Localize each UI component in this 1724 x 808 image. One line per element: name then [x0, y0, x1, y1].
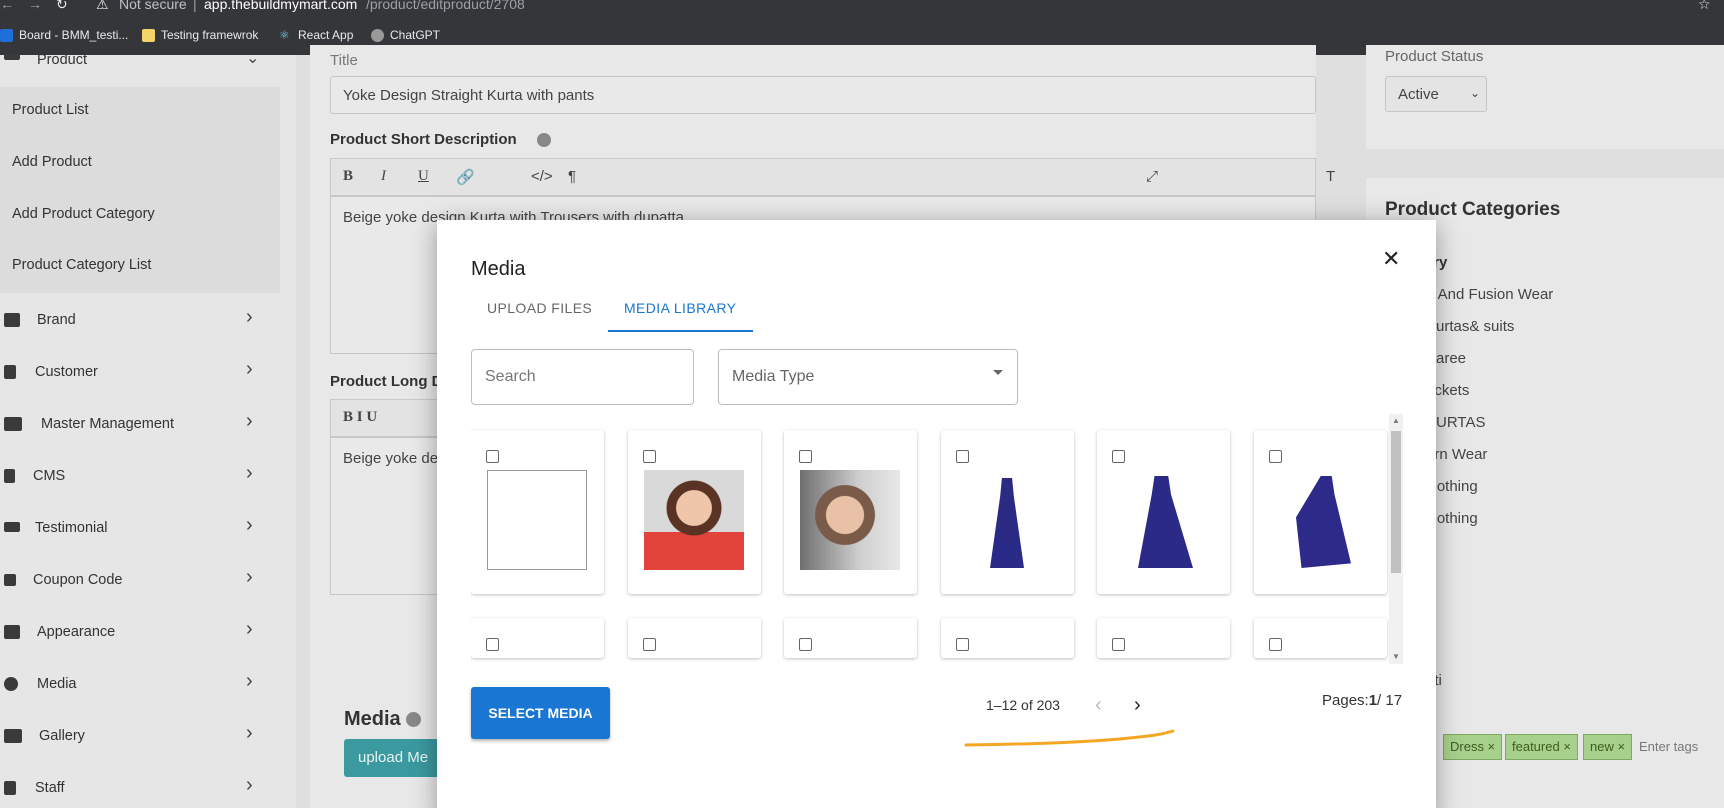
dropdown-arrow-icon — [993, 370, 1003, 375]
media-checkbox[interactable] — [956, 450, 969, 463]
woman-face-thumbnail — [800, 470, 900, 570]
media-checkbox[interactable] — [486, 450, 499, 463]
media-item[interactable] — [941, 430, 1074, 594]
broken-image-thumbnail — [487, 470, 587, 570]
pagination-range: 1–12 of 203 — [986, 697, 1060, 713]
select-media-button[interactable]: SELECT MEDIA — [471, 687, 610, 739]
saree-thumbnail — [1270, 470, 1370, 570]
previous-page-icon[interactable]: ‹ — [1095, 694, 1102, 717]
media-item[interactable] — [1097, 618, 1230, 658]
scroll-up-icon[interactable]: ▲ — [1392, 416, 1400, 425]
media-checkbox[interactable] — [1269, 638, 1282, 651]
media-checkbox[interactable] — [1112, 450, 1125, 463]
media-checkbox[interactable] — [1269, 450, 1282, 463]
media-item[interactable] — [1097, 430, 1230, 594]
media-checkbox[interactable] — [956, 638, 969, 651]
tab-indicator — [608, 330, 753, 332]
scroll-down-icon[interactable]: ▼ — [1392, 652, 1400, 661]
close-icon[interactable]: ✕ — [1382, 246, 1400, 272]
search-input[interactable]: Search — [471, 349, 694, 405]
modal-title: Media — [471, 258, 526, 280]
media-checkbox[interactable] — [643, 638, 656, 651]
media-item[interactable] — [628, 430, 761, 594]
scrollbar-thumb[interactable] — [1391, 431, 1401, 573]
woman-portrait-thumbnail — [644, 470, 744, 570]
media-checkbox[interactable] — [486, 638, 499, 651]
media-item[interactable] — [1254, 618, 1387, 658]
pages-indicator: Pages:1/ 17 — [1322, 692, 1403, 709]
media-checkbox[interactable] — [643, 450, 656, 463]
tab-media-library[interactable]: MEDIA LIBRARY — [624, 300, 736, 316]
tab-upload-files[interactable]: UPLOAD FILES — [487, 300, 592, 316]
media-item[interactable] — [784, 618, 917, 658]
media-item[interactable] — [628, 618, 761, 658]
media-item[interactable] — [471, 618, 604, 658]
media-grid — [471, 414, 1426, 684]
media-item[interactable] — [1254, 430, 1387, 594]
scrollbar[interactable]: ▲ ▼ — [1389, 414, 1403, 664]
media-item[interactable] — [784, 430, 917, 594]
saree-thumbnail — [1113, 470, 1213, 570]
media-type-select[interactable]: Media Type — [718, 349, 1018, 405]
annotation-underline — [964, 729, 1175, 747]
media-modal: Media ✕ UPLOAD FILES MEDIA LIBRARY Searc… — [437, 220, 1436, 808]
next-page-icon[interactable]: › — [1134, 694, 1141, 717]
media-item[interactable] — [941, 618, 1074, 658]
media-item[interactable] — [471, 430, 604, 594]
media-checkbox[interactable] — [1112, 638, 1125, 651]
media-checkbox[interactable] — [799, 450, 812, 463]
saree-thumbnail — [957, 470, 1057, 570]
media-checkbox[interactable] — [799, 638, 812, 651]
